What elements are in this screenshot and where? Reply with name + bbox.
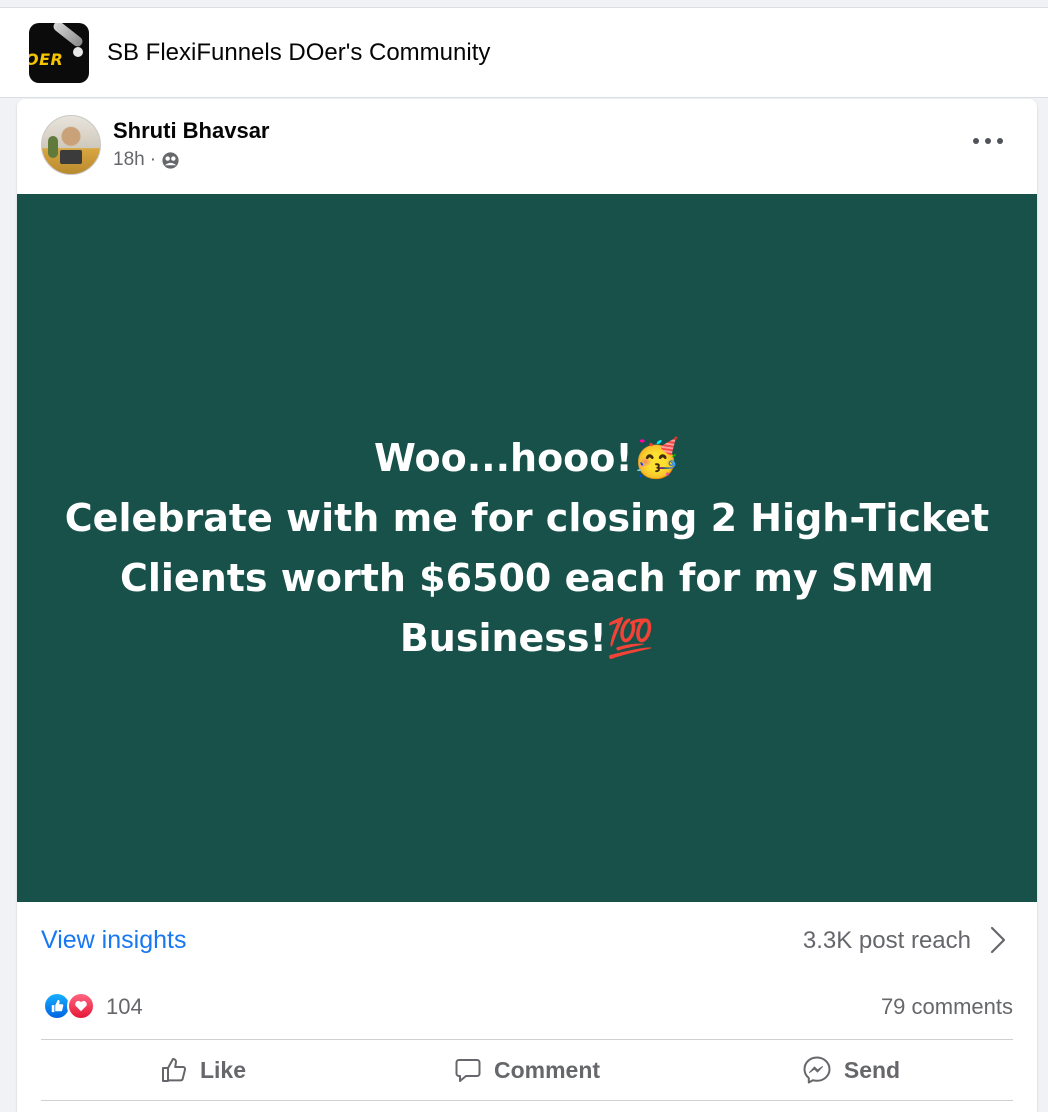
- group-avatar[interactable]: OER: [29, 22, 89, 83]
- group-name[interactable]: SB FlexiFunnels DOer's Community: [107, 39, 490, 67]
- comment-button[interactable]: Comment: [365, 1040, 689, 1100]
- meta-separator: ·: [149, 149, 157, 170]
- post-text-background: Woo...hooo!🥳 Celebrate with me for closi…: [17, 194, 1037, 902]
- post-text-line-1: Woo...hooo!🥳: [373, 436, 681, 480]
- reaction-icons[interactable]: [43, 992, 103, 1022]
- author-avatar[interactable]: [41, 115, 101, 175]
- post-reach[interactable]: 3.3K post reach: [803, 927, 971, 955]
- comment-label: Comment: [493, 1056, 601, 1083]
- like-label: Like: [199, 1056, 247, 1083]
- top-border: [0, 0, 1048, 8]
- chevron-right-icon[interactable]: [989, 926, 1007, 954]
- group-header: OER SB FlexiFunnels DOer's Community: [0, 8, 1048, 98]
- more-options-icon[interactable]: [973, 129, 1003, 153]
- post-timestamp[interactable]: 18h: [113, 149, 145, 171]
- avatar-plant-graphic: [48, 136, 58, 158]
- group-logo-text: OER: [29, 49, 64, 69]
- send-button[interactable]: Send: [689, 1040, 1013, 1100]
- globe-icon[interactable]: [161, 151, 180, 170]
- post-meta: 18h ·: [113, 149, 180, 171]
- messenger-icon: [803, 1056, 831, 1084]
- reaction-count[interactable]: 104: [106, 994, 143, 1020]
- reactions-row: 104 79 comments: [41, 988, 1013, 1028]
- post-card: Shruti Bhavsar 18h · Woo...hooo!🥳 Celebr…: [17, 99, 1037, 1112]
- actions-divider-bottom: [41, 1100, 1013, 1101]
- like-button[interactable]: Like: [41, 1040, 365, 1100]
- rocket-graphic-tip: [73, 46, 83, 57]
- comment-icon: [455, 1059, 481, 1082]
- author-name[interactable]: Shruti Bhavsar: [113, 118, 270, 144]
- send-label: Send: [843, 1056, 901, 1083]
- insights-row: View insights 3.3K post reach: [17, 902, 1037, 980]
- post-text-line-2: Celebrate with me for closing 2 High-Tic…: [64, 496, 990, 660]
- post-header: Shruti Bhavsar 18h ·: [17, 99, 1037, 194]
- thumbs-up-icon: [161, 1058, 187, 1082]
- comments-count[interactable]: 79 comments: [881, 994, 1013, 1020]
- post-actions: Like Comment Send: [41, 1040, 1013, 1100]
- post-text: Woo...hooo!🥳 Celebrate with me for closi…: [47, 428, 1007, 668]
- view-insights-link[interactable]: View insights: [41, 926, 186, 955]
- love-reaction-icon: [67, 992, 95, 1020]
- rocket-graphic: [51, 22, 85, 48]
- avatar-laptop-graphic: [60, 150, 82, 164]
